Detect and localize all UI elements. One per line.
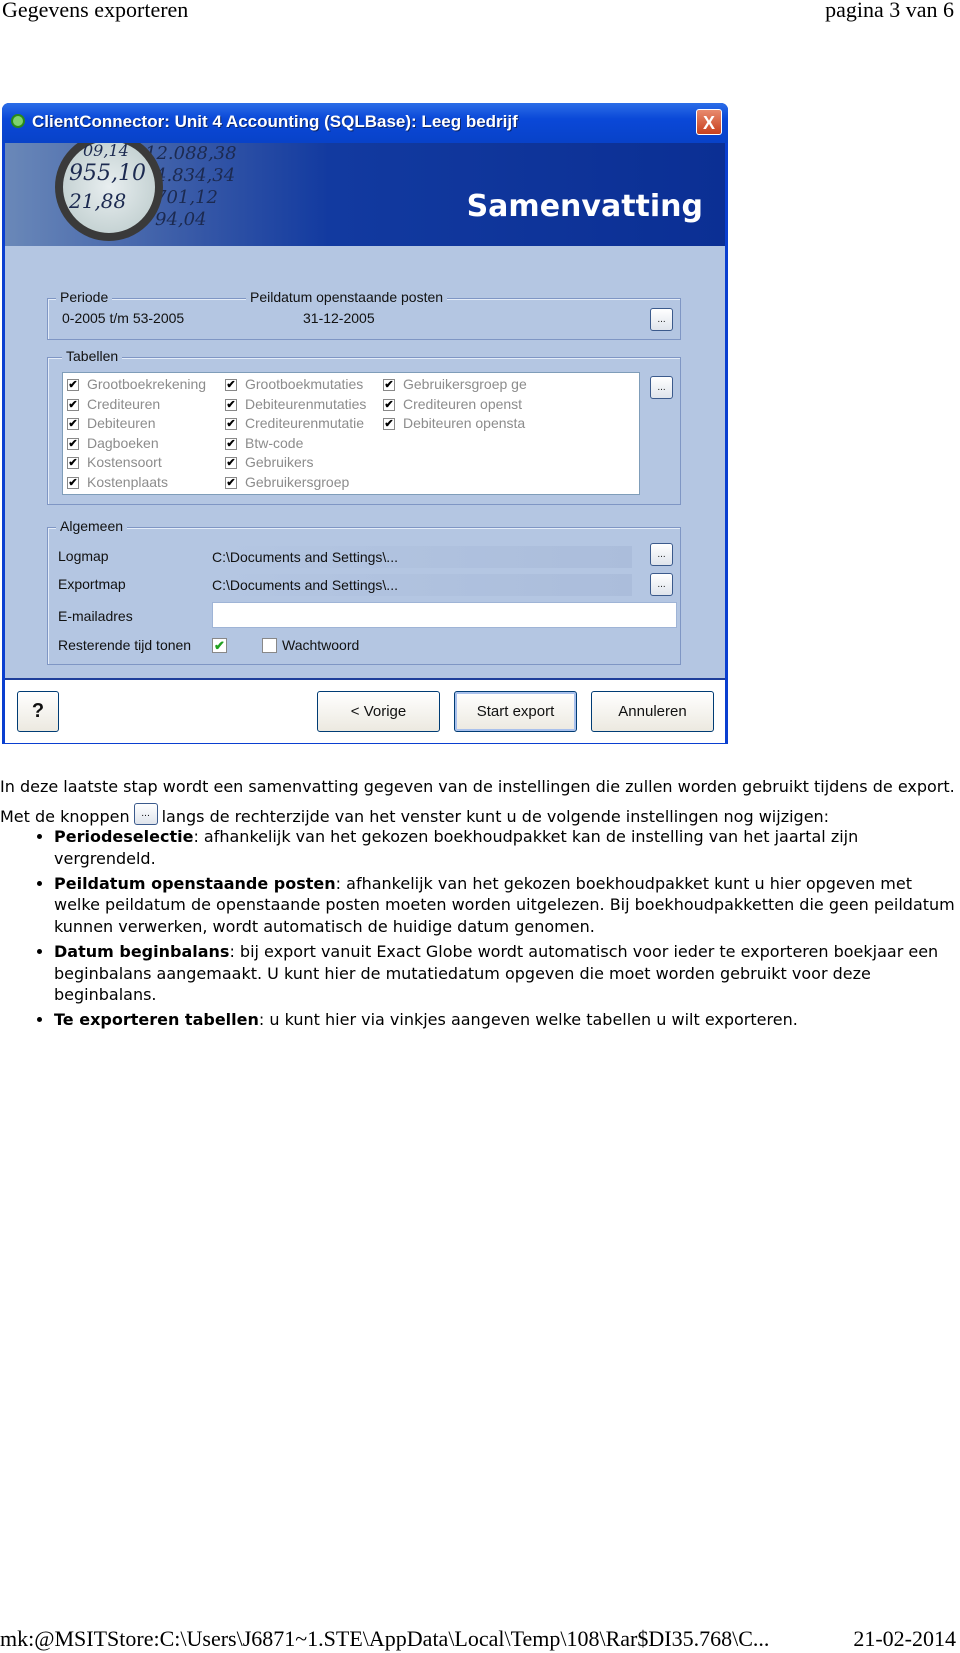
table-checkbox-label: Grootboekmutaties xyxy=(245,376,364,392)
tabellen-group: Tabellen ✔ Grootboekrekening ✔ Crediteuren ✔… xyxy=(47,348,681,505)
table-checkbox[interactable]: ✔ xyxy=(67,398,79,411)
page-number: pagina 3 van 6 xyxy=(825,0,954,22)
cancel-button[interactable]: Annuleren xyxy=(591,691,714,732)
banner-number: 94,04 xyxy=(155,209,207,230)
list-item-text: : u kunt hier via vinkjes aangeven welke… xyxy=(258,1010,798,1030)
logmap-browse-button[interactable]: ... xyxy=(650,543,673,566)
list-item: Peildatum openstaande posten: afhankelij… xyxy=(54,873,958,938)
banner-number: 21,88 xyxy=(69,189,127,213)
table-checkbox-label: Debiteurenmutaties xyxy=(245,395,367,412)
explanation-text: In deze laatste stap wordt een samenvatt… xyxy=(0,772,958,1034)
table-checkbox[interactable]: ✔ xyxy=(67,437,79,450)
table-checkbox-label: Debiteuren xyxy=(87,415,156,432)
step-title: Samenvatting xyxy=(466,189,703,224)
list-item-term: Datum beginbalans xyxy=(54,941,230,961)
list-item: Periodeselectie: afhankelijk van het gek… xyxy=(54,826,958,869)
table-checkbox-label: Crediteuren openst xyxy=(403,395,523,412)
intro-text: langs de rechterzijde van het venster ku… xyxy=(161,807,830,826)
wachtwoord-checkbox[interactable] xyxy=(262,638,277,653)
window-title: ClientConnector: Unit 4 Accounting (SQLB… xyxy=(32,112,518,131)
dialog-body: Periode Peildatum openstaande posten 0-2… xyxy=(5,246,725,678)
close-button[interactable]: X xyxy=(696,109,722,135)
table-checkbox[interactable]: ✔ xyxy=(67,379,79,391)
table-checkbox[interactable]: ✔ xyxy=(225,477,237,489)
table-checkbox-label: Btw-code xyxy=(245,434,304,451)
tabellen-edit-button[interactable]: ... xyxy=(650,376,673,399)
print-date: 21-02-2014 xyxy=(853,1626,956,1651)
settings-list: Periodeselectie: afhankelijk van het gek… xyxy=(0,826,958,1031)
table-checkbox[interactable]: ✔ xyxy=(383,379,395,391)
table-checkbox[interactable]: ✔ xyxy=(383,418,395,431)
resterende-tijd-label: Resterende tijd tonen xyxy=(58,637,192,653)
table-checkbox[interactable]: ✔ xyxy=(383,398,395,411)
start-export-button[interactable]: Start export xyxy=(454,691,577,732)
banner-number: 09,14 xyxy=(83,143,129,160)
list-item-term: Peildatum openstaande posten xyxy=(54,873,336,893)
header-banner: 12.088,38 4.834,34 701,12 94,04 09,14 95… xyxy=(5,143,725,246)
table-checkbox-label: Grootboekrekening xyxy=(87,376,207,392)
table-checkbox-label: Kostenplaats xyxy=(87,474,168,490)
banner-number: 701,12 xyxy=(155,187,218,208)
list-item-term: Te exporteren tabellen xyxy=(54,1010,259,1030)
periode-label: Periode xyxy=(56,289,113,305)
table-checkbox-label: Gebruikersgroep ge xyxy=(403,376,527,392)
table-checkbox-label: Crediteuren xyxy=(87,395,161,412)
table-checkbox[interactable]: ✔ xyxy=(67,418,79,431)
algemeen-group: Algemeen Logmap C:\Documents and Setting… xyxy=(47,518,681,665)
periode-group: Periode Peildatum openstaande posten 0-2… xyxy=(47,289,681,340)
exportmap-label: Exportmap xyxy=(58,576,126,592)
title-bar: ClientConnector: Unit 4 Accounting (SQLB… xyxy=(2,103,728,143)
peildatum-label: Peildatum openstaande posten xyxy=(246,289,448,305)
table-checkbox-label: Gebruikersgroep xyxy=(245,474,350,490)
magnifier-app-icon xyxy=(11,114,25,128)
table-checkbox[interactable]: ✔ xyxy=(67,477,79,489)
table-checkbox[interactable]: ✔ xyxy=(225,437,237,450)
table-checkbox[interactable]: ✔ xyxy=(225,379,237,391)
table-checkbox[interactable]: ✔ xyxy=(67,457,79,470)
table-checkbox-label: Kostensoort xyxy=(87,454,162,471)
table-checkbox[interactable]: ✔ xyxy=(225,398,237,411)
logmap-label: Logmap xyxy=(58,548,109,564)
ellipsis-button-icon: ... xyxy=(133,803,158,825)
table-checkbox[interactable]: ✔ xyxy=(225,457,237,470)
banner-number: 12.088,38 xyxy=(145,143,237,164)
list-item: Datum beginbalans: bij export vanuit Exa… xyxy=(54,941,958,1006)
dialog-window: ClientConnector: Unit 4 Accounting (SQLB… xyxy=(2,103,728,744)
email-input[interactable] xyxy=(212,602,677,628)
banner-number: 955,10 xyxy=(69,161,146,186)
tabellen-label: Tabellen xyxy=(62,348,123,364)
help-button[interactable]: ? xyxy=(17,691,59,732)
table-checkbox-label: Debiteuren opensta xyxy=(403,415,526,432)
periode-value: 0-2005 t/m 53-2005 xyxy=(62,310,185,326)
banner-number: 4.834,34 xyxy=(155,165,236,186)
table-checkbox-label: Gebruikers xyxy=(245,454,314,471)
previous-button[interactable]: < Vorige xyxy=(317,691,440,732)
exportmap-field: C:\Documents and Settings\... xyxy=(212,574,632,596)
table-checkbox-label: Crediteurenmutatie xyxy=(245,415,365,432)
intro-paragraph: In deze laatste stap wordt een samenvatt… xyxy=(0,772,958,832)
logmap-field: C:\Documents and Settings\... xyxy=(212,546,632,568)
resterende-tijd-checkbox[interactable]: ✔ xyxy=(212,638,227,653)
wachtwoord-label: Wachtwoord xyxy=(282,637,360,653)
periode-edit-button[interactable]: ... xyxy=(650,308,673,331)
algemeen-label: Algemeen xyxy=(56,518,128,534)
source-path: mk:@MSITStore:C:\Users\J6871~1.STE\AppDa… xyxy=(0,1626,770,1651)
exportmap-browse-button[interactable]: ... xyxy=(650,573,673,596)
email-label: E-mailadres xyxy=(58,608,133,624)
peildatum-value: 31-12-2005 xyxy=(303,310,375,326)
list-item: Te exporteren tabellen: u kunt hier via … xyxy=(54,1009,958,1031)
table-checkbox-label: Dagboeken xyxy=(87,434,159,451)
list-item-term: Periodeselectie xyxy=(54,827,194,846)
tables-checklist[interactable]: ✔ Grootboekrekening ✔ Crediteuren ✔ Debiteure… xyxy=(62,372,640,495)
dialog-footer: ? < Vorige Start export Annuleren xyxy=(5,678,725,743)
document-title: Gegevens exporteren xyxy=(2,0,189,22)
table-checkbox[interactable]: ✔ xyxy=(225,418,237,431)
